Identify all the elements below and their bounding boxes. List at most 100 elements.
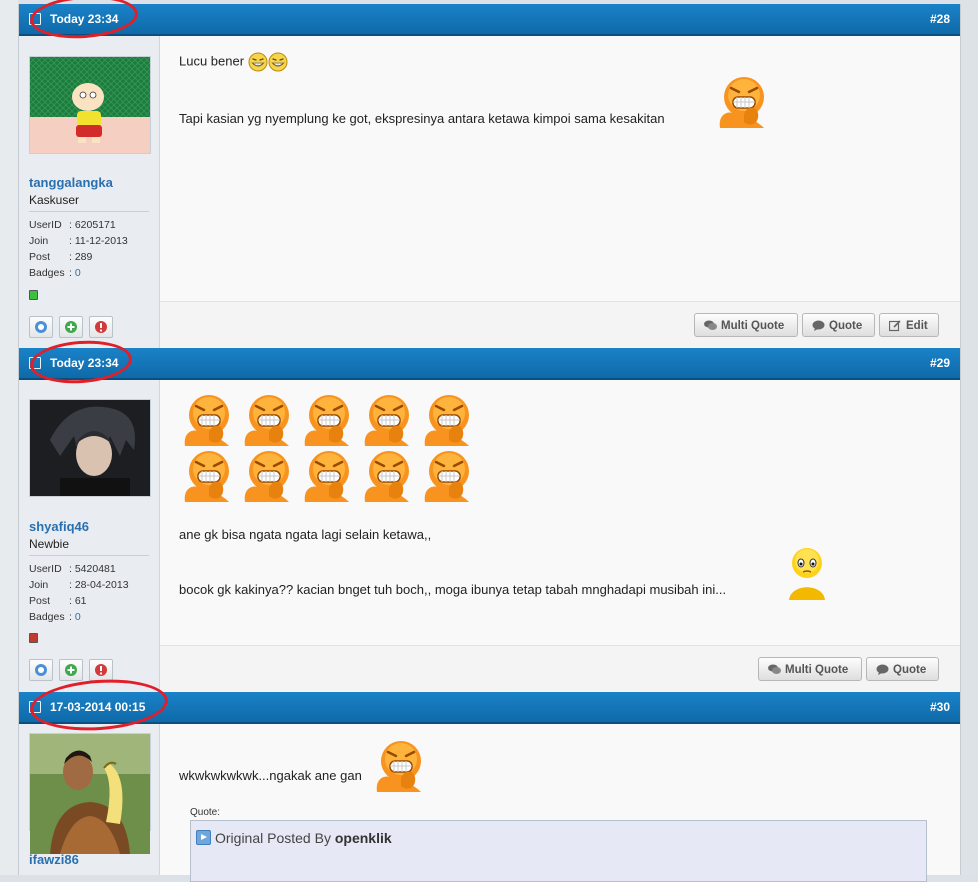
laugh-emoticon <box>419 448 475 504</box>
userid-label: UserID <box>29 219 62 231</box>
quote-icon <box>876 664 889 675</box>
post-29: Today 23:34 #29 shyafiq46 Newbie UserID:… <box>18 348 961 693</box>
profile-icon <box>35 321 47 333</box>
online-status-indicator <box>29 290 38 300</box>
post-number-link[interactable]: #29 <box>930 356 950 370</box>
report-icon <box>95 664 107 676</box>
laugh-emoticon <box>179 392 235 448</box>
laugh-emoticon <box>371 738 427 794</box>
profile-button[interactable] <box>29 316 53 338</box>
profile-icon <box>35 664 47 676</box>
badges-label: Badges <box>29 267 65 279</box>
laugh-emoticon <box>239 392 295 448</box>
quote-label: Quote: <box>190 807 221 818</box>
post-content: Lucu bener Tapi kasian yg nyemplung ke g… <box>160 36 960 349</box>
user-sidebar: tanggalangka Kaskuser UserID : 6205171 Jo… <box>19 36 160 348</box>
quote-box: Original Posted By openklik <box>190 820 927 882</box>
username-link[interactable]: tanggalangka <box>29 175 113 190</box>
post-28: Today 23:34 #28 tanggalangka Kaskuser Us… <box>18 4 961 349</box>
laugh-emoticon <box>419 392 475 448</box>
userid-label: UserID <box>29 563 62 575</box>
quote-expand-icon[interactable] <box>196 830 211 845</box>
grin-emoticon <box>268 52 288 72</box>
edit-icon <box>889 320 901 332</box>
divider <box>29 211 149 212</box>
user-rank: Kaskuser <box>29 193 80 207</box>
page-scroll-track[interactable] <box>958 0 978 875</box>
avatar[interactable] <box>29 56 151 154</box>
add-friend-button[interactable] <box>59 659 83 681</box>
post-count-label: Post <box>29 595 51 607</box>
post-text-line: wkwkwkwkwk...ngakak ane gan <box>179 738 362 753</box>
report-icon <box>95 321 107 333</box>
quote-author[interactable]: openklik <box>335 830 392 846</box>
join-value: : 28-04-2013 <box>69 579 129 591</box>
badges-link[interactable]: 0 <box>75 267 81 279</box>
post-count-value: : 289 <box>69 251 93 263</box>
user-rank: Newbie <box>29 537 70 551</box>
post-text: ane gk bisa ngata ngata lagi selain keta… <box>179 527 432 542</box>
post-count-label: Post <box>29 251 51 263</box>
quote-attribution: Original Posted By openklik <box>215 830 392 846</box>
laugh-emoticon <box>239 448 295 504</box>
multi-quote-label: Multi Quote <box>721 320 785 332</box>
profile-button[interactable] <box>29 659 53 681</box>
edit-button[interactable]: Edit <box>879 313 939 337</box>
laugh-emoticon <box>359 392 415 448</box>
post-content: wkwkwkwkwk...ngakak ane gan Quote: Origi… <box>160 724 960 882</box>
user-sidebar: shyafiq46 Newbie UserID : 5420481 Join : 2… <box>19 380 160 692</box>
quote-label: Quote <box>893 664 927 676</box>
user-sidebar: ifawzi86 <box>19 724 160 875</box>
laugh-emoticon <box>359 448 415 504</box>
username-link[interactable]: ifawzi86 <box>29 852 79 867</box>
grin-emoticon <box>248 52 268 72</box>
badges-label: Badges <box>29 611 65 623</box>
post-text-line: Tapi kasian yg nyemplung ke got, ekspres… <box>179 74 665 89</box>
page-left-margin <box>0 0 18 875</box>
quote-button[interactable]: Quote <box>866 657 939 681</box>
emoticon-grid <box>179 392 489 504</box>
join-label: Join <box>29 235 49 247</box>
avatar[interactable] <box>29 399 151 497</box>
multi-quote-button[interactable]: Multi Quote <box>758 657 862 681</box>
post-action-bar: Multi Quote Quote Edit <box>160 301 960 349</box>
post-count-value: : 61 <box>69 595 87 607</box>
badges-link[interactable]: 0 <box>75 611 81 623</box>
post-text-line: bocok gk kakinya?? kacian bnget tuh boch… <box>179 545 726 560</box>
add-friend-icon <box>65 664 77 676</box>
post-text: Tapi kasian yg nyemplung ke got, ekspres… <box>179 111 665 126</box>
quote-prefix: Original Posted By <box>215 830 335 846</box>
divider <box>29 555 149 556</box>
post-number-link[interactable]: #30 <box>930 700 950 714</box>
join-label: Join <box>29 579 49 591</box>
user-info: UserID : 5420481 Join : 28-04-2013 Post : 6… <box>29 561 129 625</box>
report-button[interactable] <box>89 316 113 338</box>
laugh-emoticon <box>714 74 770 130</box>
post-number-link[interactable]: #28 <box>930 12 950 26</box>
post-header: Today 23:34 #28 <box>19 4 960 36</box>
userid-value: : 6205171 <box>69 219 116 231</box>
user-info: UserID: 6205171 Join: 11-12-2013 Post: 2… <box>29 217 128 281</box>
quote-label: Quote <box>829 320 863 332</box>
sad-emoticon <box>779 545 835 601</box>
offline-status-indicator <box>29 633 38 643</box>
multi-quote-icon <box>704 320 717 330</box>
post-content: ane gk bisa ngata ngata lagi selain keta… <box>160 380 960 693</box>
userid-value: : 5420481 <box>69 563 116 575</box>
multi-quote-button[interactable]: Multi Quote <box>694 313 798 337</box>
post-text-line: Lucu bener <box>179 52 288 72</box>
post-action-bar: Multi Quote Quote <box>160 645 960 693</box>
laugh-emoticon <box>299 392 355 448</box>
add-friend-button[interactable] <box>59 316 83 338</box>
username-link[interactable]: shyafiq46 <box>29 519 89 534</box>
report-button[interactable] <box>89 659 113 681</box>
multi-quote-label: Multi Quote <box>785 664 849 676</box>
laugh-emoticon <box>179 448 235 504</box>
quote-icon <box>812 320 825 331</box>
quote-button[interactable]: Quote <box>802 313 875 337</box>
laugh-emoticon <box>299 448 355 504</box>
post-text: Lucu bener <box>179 53 245 69</box>
post-text: bocok gk kakinya?? kacian bnget tuh boch… <box>179 582 727 597</box>
avatar[interactable] <box>29 733 151 854</box>
multi-quote-icon <box>768 664 781 674</box>
